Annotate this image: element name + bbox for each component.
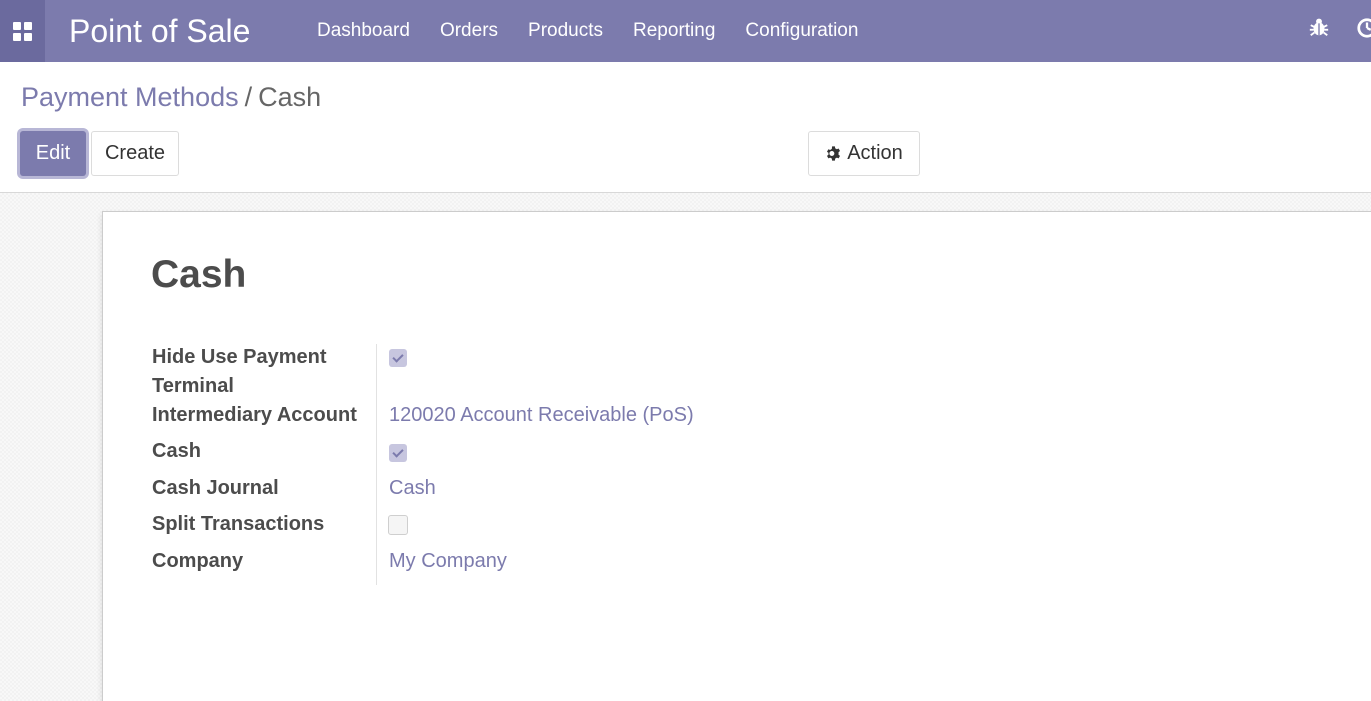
label-line-2: Terminal [152,375,234,397]
menu-item-orders[interactable]: Orders [440,20,498,42]
action-button-label: Action [847,142,903,164]
label-cash: Cash [152,440,201,462]
label-cash-journal: Cash Journal [152,477,279,499]
clock-icon[interactable] [1356,17,1371,39]
gear-icon [827,146,841,161]
form-sheet [102,211,1371,701]
record-title: Cash [151,253,247,296]
menu-item-dashboard[interactable]: Dashboard [317,20,410,42]
app-title[interactable]: Point of Sale [69,13,317,50]
label-hide-use-payment-terminal: Hide Use Payment Terminal [152,343,327,401]
menu-item-configuration[interactable]: Configuration [745,20,858,42]
edit-button[interactable]: Edit [20,131,86,176]
checkbox-cash[interactable] [389,444,407,462]
value-cash-journal[interactable]: Cash [389,474,436,503]
label-company: Company [152,550,244,572]
breadcrumb-current: Cash [258,82,322,112]
breadcrumb-separator: / [244,82,253,112]
menu-item-products[interactable]: Products [528,20,603,42]
value-company[interactable]: My Company [389,547,507,576]
breadcrumb-payment-methods[interactable]: Payment Methods [21,82,239,112]
label-intermediary-account: Intermediary Account [152,404,357,426]
apps-menu-button[interactable] [0,0,45,62]
field-column-separator [376,344,377,585]
breadcrumb: Payment Methods / Cash [21,82,321,113]
bug-icon[interactable] [1308,16,1330,38]
top-navbar: Point of Sale Dashboard Orders Products … [0,0,1371,62]
label-split-transactions: Split Transactions [152,513,325,535]
label-line-1: Hide Use Payment [152,346,327,368]
value-intermediary-account[interactable]: 120020 Account Receivable (PoS) [389,401,694,430]
checkbox-split-transactions[interactable] [388,515,408,535]
apps-grid-icon [13,21,32,41]
create-button[interactable]: Create [91,131,179,176]
action-button[interactable]: Action [808,131,920,176]
main-menu: Dashboard Orders Products Reporting Conf… [317,20,888,42]
menu-item-reporting[interactable]: Reporting [633,20,715,42]
checkbox-hide-use-payment-terminal[interactable] [389,349,407,367]
